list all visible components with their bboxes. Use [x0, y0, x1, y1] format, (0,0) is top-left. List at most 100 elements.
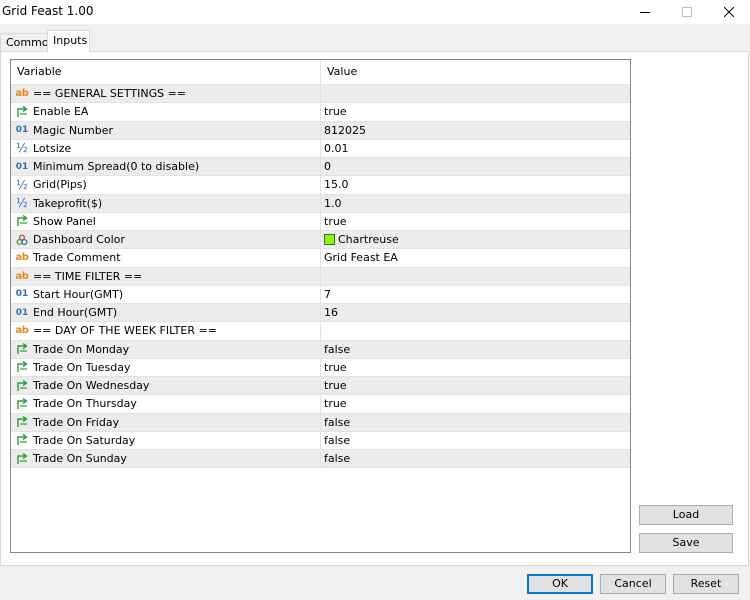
- table-row[interactable]: ½ Grid(Pips) 15.0: [11, 176, 630, 195]
- value-cell[interactable]: [321, 268, 630, 285]
- grid-rows: ab == GENERAL SETTINGS == Enable EA true 01 M…: [11, 85, 630, 469]
- boolean-type-icon: [15, 105, 29, 119]
- variable-value: 0.01: [324, 141, 349, 155]
- variable-cell: Trade On Friday: [11, 413, 321, 431]
- table-row[interactable]: ab Trade Comment Grid Feast EA: [11, 249, 630, 268]
- variable-cell: 01 End Hour(GMT): [11, 304, 321, 322]
- variable-value: false: [324, 342, 351, 356]
- variable-value: true: [324, 214, 347, 228]
- value-cell[interactable]: false: [321, 414, 630, 431]
- table-row[interactable]: 01 End Hour(GMT) 16: [11, 304, 630, 323]
- value-cell[interactable]: [321, 85, 630, 102]
- variable-cell: ab == DAY OF THE WEEK FILTER ==: [11, 322, 321, 340]
- value-cell[interactable]: 812025: [321, 122, 630, 139]
- table-row[interactable]: Trade On Saturday false: [11, 431, 630, 450]
- variable-cell: ½ Grid(Pips): [11, 176, 321, 194]
- table-row[interactable]: 01 Start Hour(GMT) 7: [11, 285, 630, 304]
- variable-cell: Show Panel: [11, 212, 321, 230]
- reset-button[interactable]: Reset: [673, 574, 739, 594]
- value-cell[interactable]: false: [321, 432, 630, 449]
- grid-header: Variable Value: [11, 60, 630, 85]
- value-cell[interactable]: 0: [321, 158, 630, 175]
- value-cell[interactable]: true: [321, 395, 630, 412]
- value-cell[interactable]: 1.0: [321, 195, 630, 212]
- table-row[interactable]: 01 Magic Number 812025: [11, 121, 630, 140]
- value-cell[interactable]: true: [321, 213, 630, 230]
- double-type-icon: ½: [16, 141, 28, 156]
- variable-value: 812025: [324, 123, 366, 137]
- value-cell[interactable]: 7: [321, 286, 630, 303]
- value-cell[interactable]: true: [321, 377, 630, 394]
- close-button[interactable]: [708, 0, 750, 24]
- variable-name: Takeprofit($): [33, 196, 103, 210]
- variable-cell: ½ Takeprofit($): [11, 194, 321, 212]
- ok-button[interactable]: OK: [527, 574, 593, 594]
- table-row[interactable]: ½ Takeprofit($) 1.0: [11, 194, 630, 213]
- variable-name: Dashboard Color: [33, 233, 125, 247]
- value-cell[interactable]: true: [321, 103, 630, 120]
- variable-cell: Dashboard Color: [11, 231, 321, 249]
- variable-cell: 01 Magic Number: [11, 121, 321, 139]
- variable-cell: 01 Start Hour(GMT): [11, 285, 321, 303]
- integer-type-icon: 01: [15, 307, 29, 318]
- maximize-icon: [682, 7, 692, 17]
- save-button[interactable]: Save: [639, 533, 733, 553]
- table-row[interactable]: Trade On Tuesday true: [11, 358, 630, 377]
- string-type-icon: ab: [15, 270, 29, 282]
- tab-common[interactable]: Common: [0, 33, 56, 51]
- integer-type-icon: 01: [15, 289, 29, 300]
- value-cell[interactable]: 16: [321, 304, 630, 321]
- column-header-variable[interactable]: Variable: [11, 60, 321, 84]
- variable-value: Grid Feast EA: [324, 251, 398, 265]
- table-row[interactable]: Trade On Thursday true: [11, 395, 630, 414]
- variable-name: Trade On Saturday: [33, 433, 136, 447]
- value-cell[interactable]: 0.01: [321, 140, 630, 157]
- variable-cell: ½ Lotsize: [11, 139, 321, 157]
- value-cell[interactable]: Grid Feast EA: [321, 249, 630, 266]
- table-row[interactable]: Trade On Monday false: [11, 340, 630, 359]
- tab-inputs[interactable]: Inputs: [47, 30, 90, 52]
- table-row[interactable]: Trade On Sunday false: [11, 450, 630, 469]
- value-cell[interactable]: [321, 322, 630, 339]
- variable-name: Trade On Friday: [33, 415, 120, 429]
- variable-name: Grid(Pips): [33, 178, 87, 192]
- table-row[interactable]: Trade On Friday false: [11, 413, 630, 432]
- table-row[interactable]: Enable EA true: [11, 103, 630, 122]
- inputs-grid[interactable]: Variable Value ab == GENERAL SETTINGS == E…: [10, 59, 631, 553]
- variable-name: Trade On Tuesday: [33, 360, 131, 374]
- variable-value: false: [324, 415, 351, 429]
- boolean-type-icon: [15, 433, 29, 447]
- variable-cell: ab == GENERAL SETTINGS ==: [11, 85, 321, 103]
- integer-type-icon: 01: [15, 125, 29, 136]
- value-cell[interactable]: false: [321, 341, 630, 358]
- variable-value: true: [324, 379, 347, 393]
- variable-cell: Enable EA: [11, 103, 321, 121]
- value-cell[interactable]: 15.0: [321, 176, 630, 193]
- variable-name: Magic Number: [33, 123, 114, 137]
- table-row[interactable]: ½ Lotsize 0.01: [11, 139, 630, 158]
- table-row[interactable]: Trade On Wednesday true: [11, 377, 630, 396]
- cancel-button[interactable]: Cancel: [600, 574, 666, 594]
- double-type-icon: ½: [16, 177, 28, 192]
- table-row[interactable]: ab == DAY OF THE WEEK FILTER ==: [11, 322, 630, 341]
- value-cell[interactable]: true: [321, 359, 630, 376]
- value-cell[interactable]: Chartreuse: [321, 231, 630, 248]
- boolean-type-icon: [15, 415, 29, 429]
- window-title: Grid Feast 1.00: [2, 4, 94, 18]
- variable-name: Minimum Spread(0 to disable): [33, 160, 200, 174]
- tab-strip: Common Inputs: [0, 30, 750, 52]
- variable-value: true: [324, 397, 347, 411]
- table-row[interactable]: Show Panel true: [11, 212, 630, 231]
- variable-cell: 01 Minimum Spread(0 to disable): [11, 158, 321, 176]
- load-button[interactable]: Load: [639, 505, 733, 525]
- minimize-icon: [640, 12, 650, 13]
- variable-value: false: [324, 433, 351, 447]
- minimize-button[interactable]: [624, 0, 666, 24]
- table-row[interactable]: ab == GENERAL SETTINGS ==: [11, 85, 630, 104]
- table-row[interactable]: 01 Minimum Spread(0 to disable) 0: [11, 158, 630, 177]
- table-row[interactable]: Dashboard Color Chartreuse: [11, 231, 630, 250]
- column-header-value[interactable]: Value: [321, 60, 630, 84]
- value-cell[interactable]: false: [321, 450, 630, 467]
- table-row[interactable]: ab == TIME FILTER ==: [11, 267, 630, 286]
- variable-name: == GENERAL SETTINGS ==: [33, 87, 187, 101]
